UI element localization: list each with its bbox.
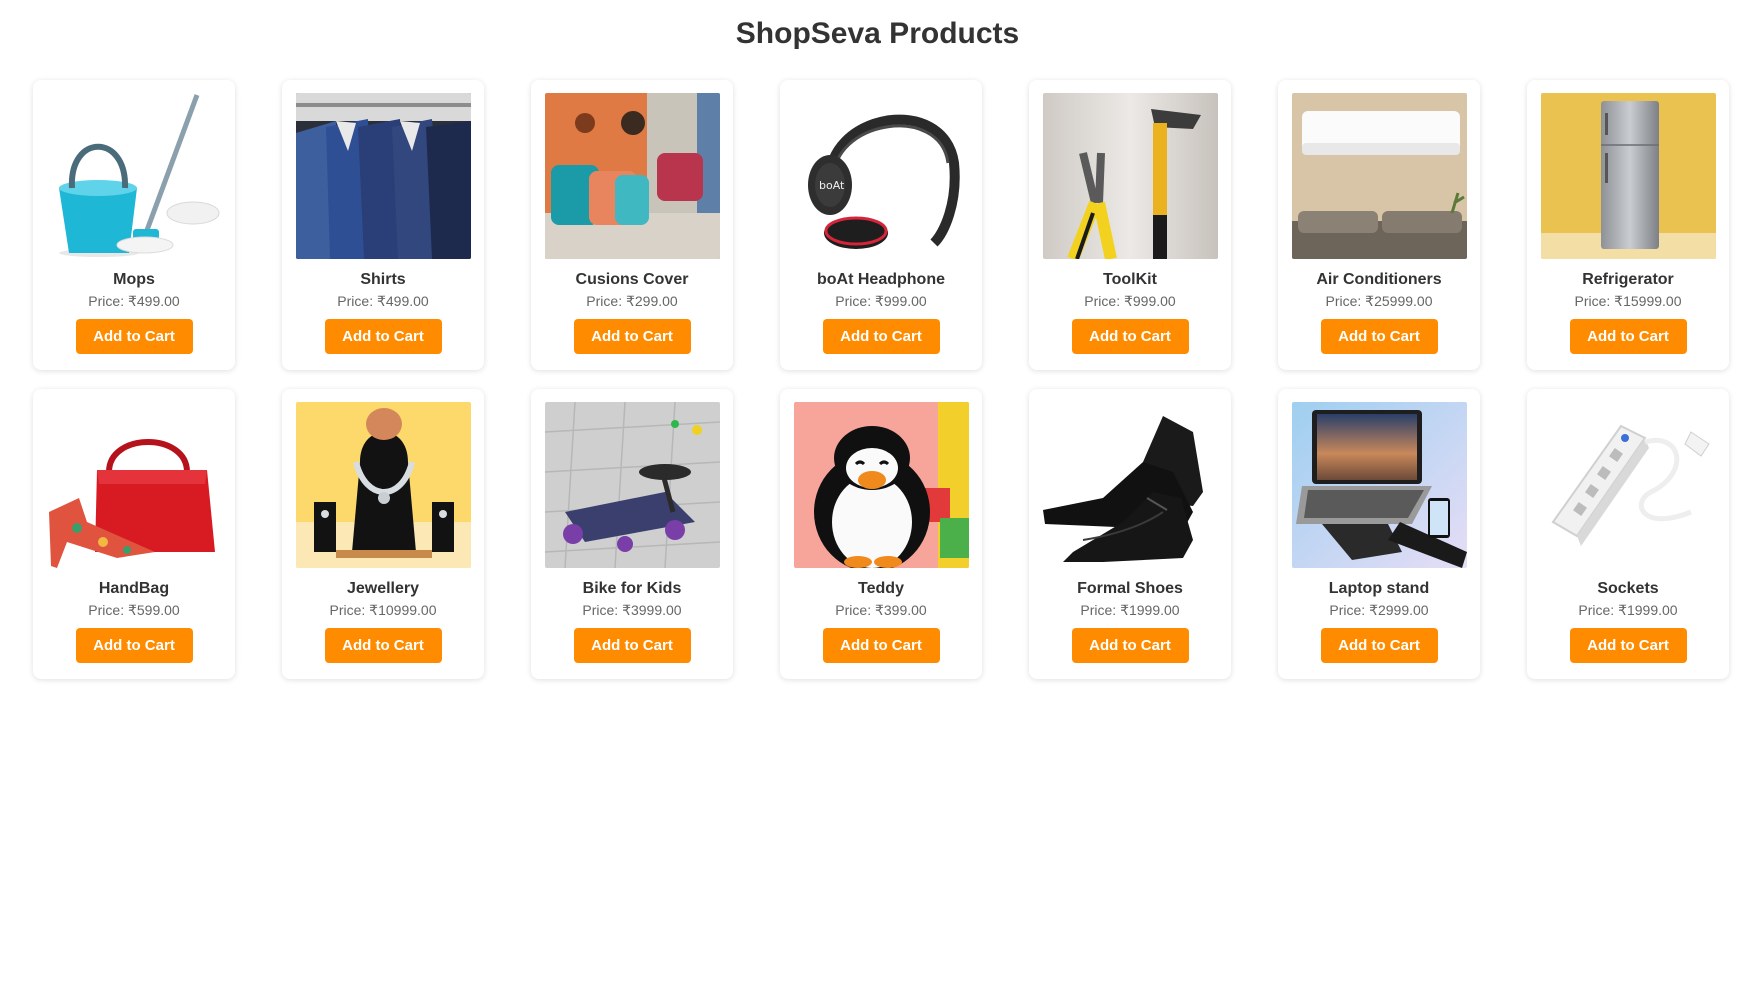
laptop-stand-image[interactable]: [1291, 402, 1467, 568]
add-to-cart-button[interactable]: Add to Cart: [324, 319, 442, 354]
product-card: Refrigerator Price: ₹15999.00 Add to Car…: [1527, 80, 1729, 370]
mop-bucket-image[interactable]: [46, 93, 222, 259]
product-card: Bike for Kids Price: ₹3999.00 Add to Car…: [531, 389, 733, 679]
power-socket-image[interactable]: [1540, 402, 1716, 568]
product-price: Price: ₹999.00: [1084, 293, 1176, 309]
kids-bike-image[interactable]: [544, 402, 720, 568]
product-card: boAt boAt Headphone Price: ₹999.00 Add t…: [780, 80, 982, 370]
product-price: Price: ₹599.00: [88, 602, 180, 618]
product-card: Shirts Price: ₹499.00 Add to Cart: [282, 80, 484, 370]
add-to-cart-button[interactable]: Add to Cart: [1569, 319, 1687, 354]
product-price: Price: ₹15999.00: [1574, 293, 1682, 309]
product-price: Price: ₹1999.00: [1080, 602, 1180, 618]
product-name: Mops: [113, 271, 155, 288]
add-to-cart-button[interactable]: Add to Cart: [1320, 628, 1438, 663]
product-price: Price: ₹2999.00: [1329, 602, 1429, 618]
product-name: Laptop stand: [1328, 580, 1430, 597]
add-to-cart-button[interactable]: Add to Cart: [1071, 628, 1189, 663]
product-name: Jewellery: [346, 580, 420, 597]
page-title: ShopSeva Products: [735, 17, 1020, 50]
handbag-image[interactable]: [46, 402, 222, 568]
refrigerator-image[interactable]: [1540, 93, 1716, 259]
penguin-toy-image[interactable]: [793, 402, 969, 568]
products-page: ShopSeva Products Mops Price: ₹499.00 Ad…: [0, 0, 1755, 987]
add-to-cart-button[interactable]: Add to Cart: [324, 628, 442, 663]
svg-text:boAt: boAt: [819, 179, 845, 192]
product-price: Price: ₹25999.00: [1325, 293, 1433, 309]
add-to-cart-button[interactable]: Add to Cart: [573, 319, 691, 354]
formal-shoes-image[interactable]: [1042, 402, 1218, 568]
product-price: Price: ₹10999.00: [329, 602, 437, 618]
add-to-cart-button[interactable]: Add to Cart: [75, 319, 193, 354]
product-card: Teddy Price: ₹399.00 Add to Cart: [780, 389, 982, 679]
product-card: HandBag Price: ₹599.00 Add to Cart: [33, 389, 235, 679]
product-price: Price: ₹3999.00: [582, 602, 682, 618]
product-price: Price: ₹299.00: [586, 293, 678, 309]
product-card: Jewellery Price: ₹10999.00 Add to Cart: [282, 389, 484, 679]
product-name: boAt Headphone: [817, 271, 945, 288]
product-name: Formal Shoes: [1077, 580, 1183, 597]
product-name: HandBag: [98, 580, 170, 597]
product-price: Price: ₹999.00: [835, 293, 927, 309]
add-to-cart-button[interactable]: Add to Cart: [822, 628, 940, 663]
product-card: Mops Price: ₹499.00 Add to Cart: [33, 80, 235, 370]
add-to-cart-button[interactable]: Add to Cart: [1320, 319, 1438, 354]
product-name: Bike for Kids: [582, 580, 682, 597]
product-name: Sockets: [1597, 580, 1659, 597]
product-price: Price: ₹399.00: [835, 602, 927, 618]
product-card: Cusions Cover Price: ₹299.00 Add to Cart: [531, 80, 733, 370]
headphone-image[interactable]: boAt: [793, 93, 969, 259]
air-conditioner-image[interactable]: [1291, 93, 1467, 259]
product-name: Shirts: [360, 271, 406, 288]
product-price: Price: ₹1999.00: [1578, 602, 1678, 618]
product-grid: Mops Price: ₹499.00 Add to Cart Shirts P…: [33, 80, 1729, 679]
add-to-cart-button[interactable]: Add to Cart: [75, 628, 193, 663]
product-name: Teddy: [858, 580, 904, 597]
product-card: Sockets Price: ₹1999.00 Add to Cart: [1527, 389, 1729, 679]
add-to-cart-button[interactable]: Add to Cart: [1569, 628, 1687, 663]
product-name: Air Conditioners: [1316, 271, 1442, 288]
product-card: Formal Shoes Price: ₹1999.00 Add to Cart: [1029, 389, 1231, 679]
shirts-rack-image[interactable]: [295, 93, 471, 259]
necklace-image[interactable]: [295, 402, 471, 568]
add-to-cart-button[interactable]: Add to Cart: [573, 628, 691, 663]
product-card: Laptop stand Price: ₹2999.00 Add to Cart: [1278, 389, 1480, 679]
product-card: ToolKit Price: ₹999.00 Add to Cart: [1029, 80, 1231, 370]
product-price: Price: ₹499.00: [337, 293, 429, 309]
toolkit-image[interactable]: [1042, 93, 1218, 259]
product-name: Refrigerator: [1582, 271, 1674, 288]
add-to-cart-button[interactable]: Add to Cart: [822, 319, 940, 354]
product-card: Air Conditioners Price: ₹25999.00 Add to…: [1278, 80, 1480, 370]
add-to-cart-button[interactable]: Add to Cart: [1071, 319, 1189, 354]
cushions-image[interactable]: [544, 93, 720, 259]
product-price: Price: ₹499.00: [88, 293, 180, 309]
product-name: Cusions Cover: [575, 271, 689, 288]
product-name: ToolKit: [1103, 271, 1157, 288]
